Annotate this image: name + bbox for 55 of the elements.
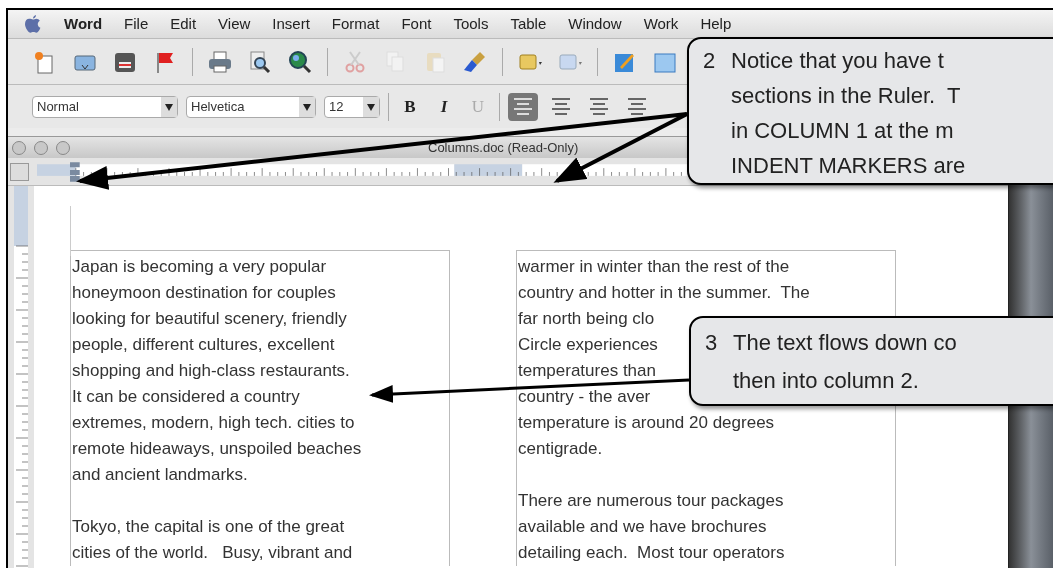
document-text-line: Japan is becoming a very popular bbox=[72, 256, 327, 278]
menu-item[interactable]: Edit bbox=[170, 12, 197, 36]
menu-item[interactable]: Word bbox=[64, 12, 103, 36]
document-text-line: honeymoon destination for couples bbox=[72, 282, 336, 304]
document-text-line: Tokyo, the capital is one of the great bbox=[72, 516, 345, 538]
menu-item[interactable]: Work bbox=[643, 12, 679, 36]
callout-text: then into column 2. bbox=[733, 367, 919, 395]
callout-step-number: 2 bbox=[703, 47, 717, 75]
document-text-line: far north being clo bbox=[518, 308, 655, 330]
document-text-line: centigrade. bbox=[518, 438, 603, 460]
printer-icon[interactable] bbox=[207, 48, 233, 75]
print-preview-icon[interactable] bbox=[247, 48, 273, 75]
document-text-line: temperatures than bbox=[518, 360, 656, 382]
callout-text: INDENT MARKERS are bbox=[731, 152, 966, 180]
menu-item[interactable]: View bbox=[218, 12, 251, 36]
menu-item[interactable]: Help bbox=[700, 12, 732, 36]
menu-item[interactable]: Format bbox=[331, 12, 380, 36]
document-text-line: cities of the world. Busy, vibrant and bbox=[72, 542, 353, 564]
bold-button[interactable]: B bbox=[397, 93, 423, 120]
size-dropdown[interactable]: 12 bbox=[324, 95, 380, 118]
menu-item[interactable]: File bbox=[124, 12, 149, 36]
style-dropdown[interactable]: Normal bbox=[32, 95, 178, 118]
document-text-line: It can be considered a country bbox=[72, 386, 300, 408]
document-text-line: Circle experiences bbox=[518, 334, 658, 356]
menu-item[interactable]: Tools bbox=[453, 12, 489, 36]
window-button[interactable] bbox=[56, 140, 70, 155]
menu-item[interactable]: Window bbox=[568, 12, 622, 36]
document-text-line: extremes, modern, high tech. cities to bbox=[72, 412, 355, 434]
font-dropdown[interactable]: Helvetica bbox=[186, 95, 316, 118]
document-text-line: temperature is around 20 degrees bbox=[518, 412, 775, 434]
menu-item[interactable]: Table bbox=[510, 12, 547, 36]
apple-logo-icon[interactable] bbox=[24, 14, 42, 34]
window-title: Columns.doc (Read-Only) bbox=[428, 138, 579, 157]
document-text-line: and ancient landmarks. bbox=[72, 464, 248, 486]
document-text-line: There are numerous tour packages bbox=[518, 490, 784, 512]
document-text-line: looking for beautiful scenery, friendly bbox=[72, 308, 347, 330]
document-text-line: country and hotter in the summer. The bbox=[518, 282, 810, 304]
document-text-line: people, different cultures, excellent bbox=[72, 334, 335, 356]
menu-item[interactable]: Insert bbox=[272, 12, 310, 36]
document-text-line: remote hideaways, unspoiled beaches bbox=[72, 438, 362, 460]
tab-selector[interactable] bbox=[10, 162, 30, 181]
callout-text: in COLUMN 1 at the m bbox=[731, 117, 954, 145]
document-text-line: shopping and high-class restaurants. bbox=[72, 360, 350, 382]
callout-text: The text flows down co bbox=[733, 329, 957, 357]
callout-text: sections in the Ruler. T bbox=[731, 82, 961, 110]
document-text-line: detailing each. Most tour operators bbox=[518, 542, 785, 564]
document-text-line: warmer in winter than the rest of the bbox=[518, 256, 790, 278]
window-button[interactable] bbox=[12, 140, 26, 155]
italic-button[interactable]: I bbox=[431, 93, 457, 120]
callout-step-number: 3 bbox=[705, 329, 719, 357]
callout-text: Notice that you have t bbox=[731, 47, 944, 75]
document-text-line: country - the aver bbox=[518, 386, 651, 408]
document-text-line: available and we have brochures bbox=[518, 516, 767, 538]
menu-item[interactable]: Font bbox=[401, 12, 432, 36]
window-button[interactable] bbox=[34, 140, 48, 155]
